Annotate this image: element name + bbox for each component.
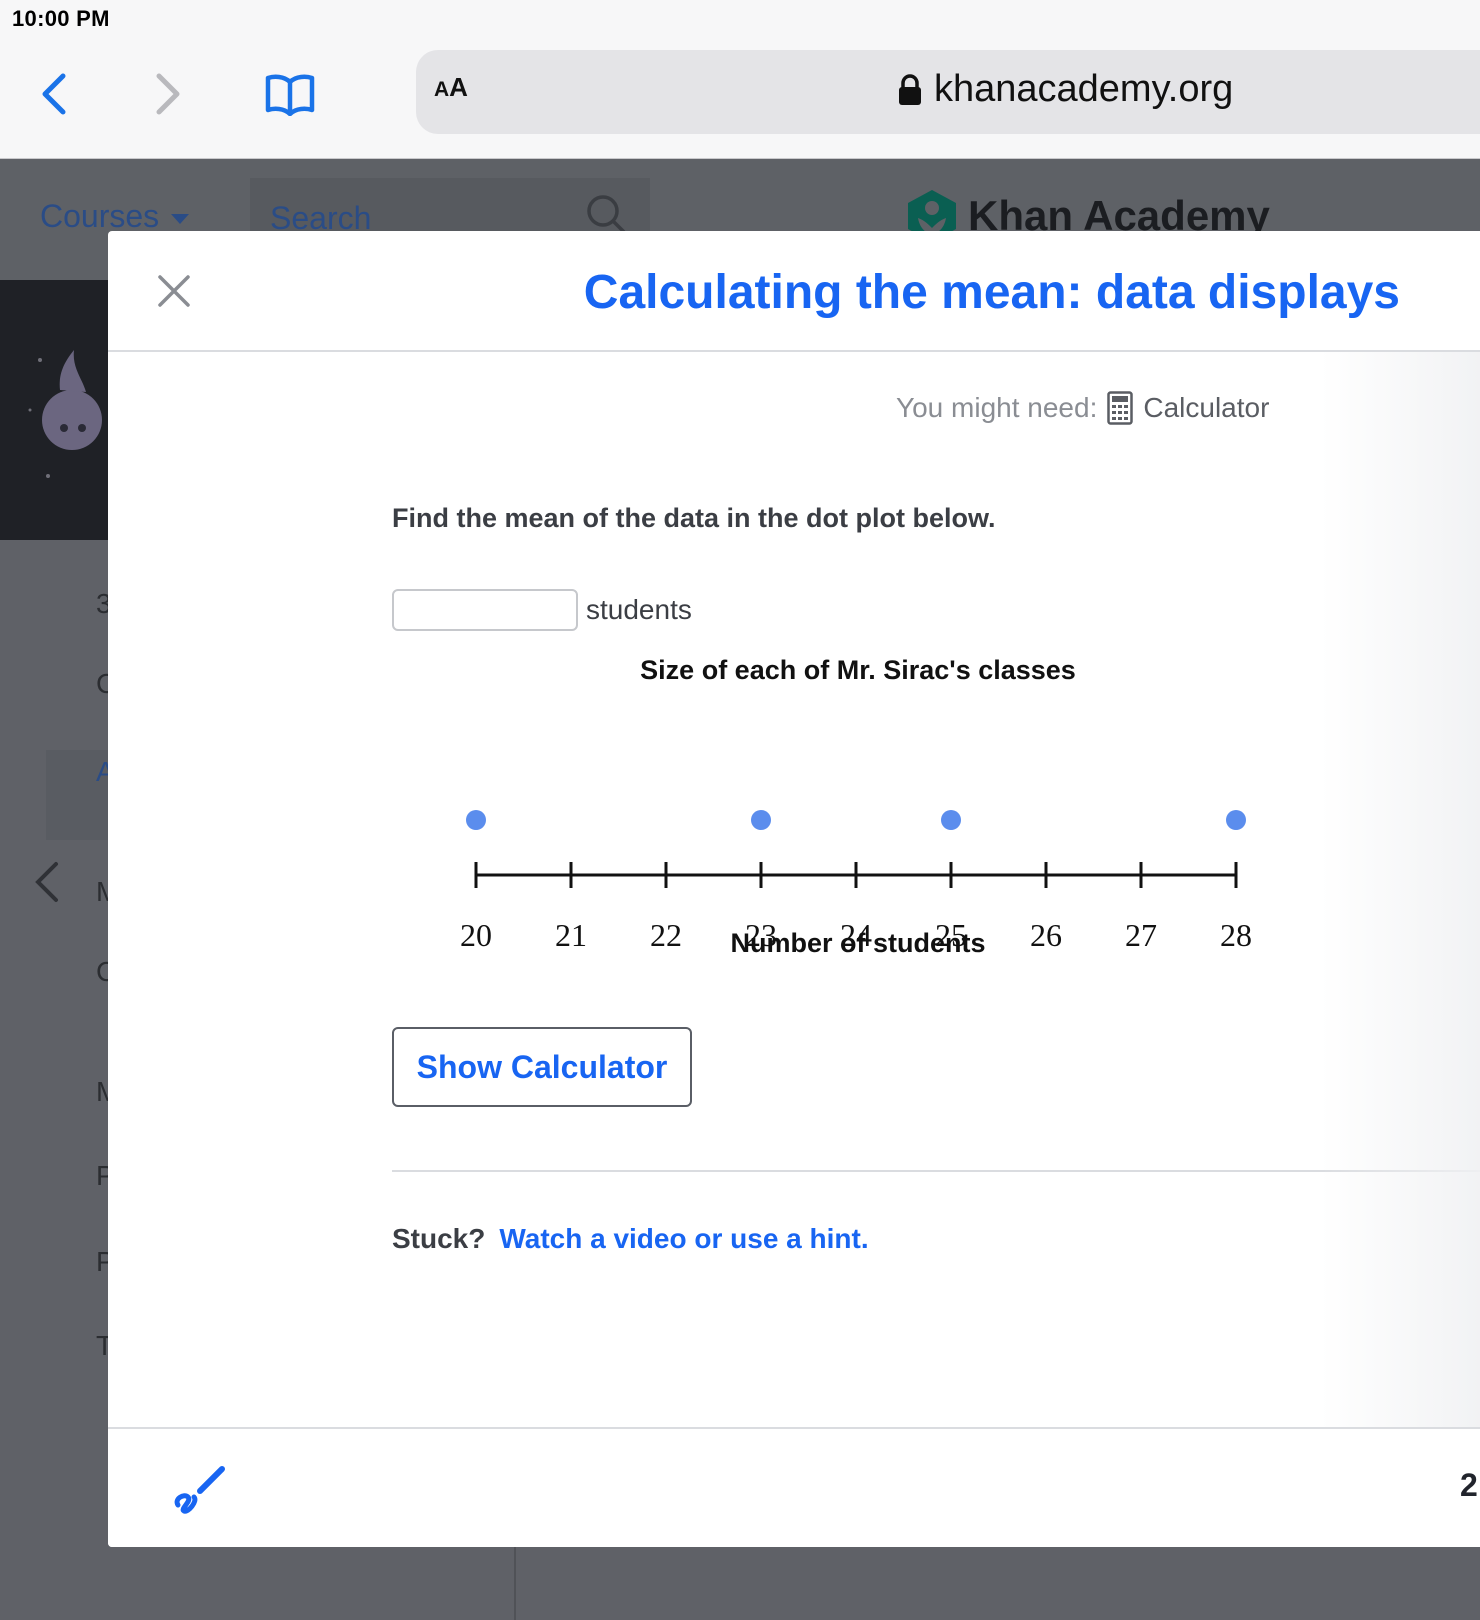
chart-title: Size of each of Mr. Sirac's classes xyxy=(640,655,1076,685)
x-tick-label: 21 xyxy=(555,917,587,953)
reader-aa-button[interactable]: AA xyxy=(434,72,468,103)
scroll-fade xyxy=(1320,352,1480,1427)
might-need-tool: Calculator xyxy=(1143,392,1270,423)
chevron-right-icon xyxy=(156,73,180,115)
footer-progress: 2 xyxy=(1460,1467,1478,1503)
book-icon xyxy=(265,74,315,116)
status-bar: 10:00 PM xyxy=(0,0,1480,48)
chevron-left-icon xyxy=(35,862,58,902)
bg-divider xyxy=(514,1540,516,1620)
x-axis-label: Number of students xyxy=(730,928,985,958)
back-button[interactable] xyxy=(26,66,82,122)
section-divider xyxy=(392,1170,1480,1172)
modal-header: Calculating the mean: data displays xyxy=(108,231,1480,352)
dot-plot-svg: Size of each of Mr. Sirac's classes 20 21… xyxy=(460,655,1252,958)
data-dot xyxy=(751,810,771,830)
x-tick-label: 28 xyxy=(1220,917,1252,953)
close-icon xyxy=(158,275,190,307)
status-time: 10:00 PM xyxy=(12,6,110,31)
answer-unit: students xyxy=(586,594,692,625)
lock-icon xyxy=(899,73,921,105)
question-text: Find the mean of the data in the dot plo… xyxy=(392,503,996,533)
answer-row: students xyxy=(392,589,692,631)
modal-title: Calculating the mean: data displays xyxy=(583,266,1400,319)
data-dot xyxy=(941,810,961,830)
x-tick-label: 20 xyxy=(460,917,492,953)
chevron-left-icon xyxy=(42,73,66,115)
data-dot xyxy=(466,810,486,830)
forward-button[interactable] xyxy=(140,66,196,122)
bg-courses-menu: Courses xyxy=(40,198,190,235)
search-icon xyxy=(587,195,626,234)
answer-input[interactable] xyxy=(392,589,578,631)
url-text: khanacademy.org xyxy=(934,68,1234,110)
calculator-icon xyxy=(1107,391,1134,425)
data-dot xyxy=(1226,810,1246,830)
scratchpad-button[interactable] xyxy=(172,1461,228,1517)
modal-footer: 2 xyxy=(108,1427,1480,1547)
hint-link[interactable]: Watch a video or use a hint. xyxy=(499,1223,868,1255)
stuck-row: Stuck? Watch a video or use a hint. xyxy=(392,1223,869,1255)
url-display: khanacademy.org xyxy=(898,68,1233,111)
caret-down-icon xyxy=(171,213,190,224)
bookmarks-button[interactable] xyxy=(262,66,318,122)
might-need-label: You might need: xyxy=(896,392,1098,423)
exercise-modal: Calculating the mean: data displays You … xyxy=(108,231,1480,1547)
x-tick-label: 27 xyxy=(1125,917,1157,953)
x-tick-label: 22 xyxy=(650,917,682,953)
x-tick-label: 26 xyxy=(1030,917,1062,953)
address-bar[interactable]: AA khanacademy.org xyxy=(416,50,1480,134)
mascot-icon xyxy=(28,350,102,478)
browser-toolbar: AA khanacademy.org xyxy=(0,48,1480,159)
dot-plot: Size of each of Mr. Sirac's classes 20 21… xyxy=(392,651,1292,1211)
might-need: You might need: Calculator xyxy=(896,391,1269,425)
pencil-scribble-icon xyxy=(174,1466,225,1514)
stuck-label: Stuck? xyxy=(392,1223,486,1254)
show-calculator-button[interactable]: Show Calculator xyxy=(392,1027,692,1107)
bg-banner xyxy=(0,280,120,540)
close-button[interactable] xyxy=(152,269,196,313)
